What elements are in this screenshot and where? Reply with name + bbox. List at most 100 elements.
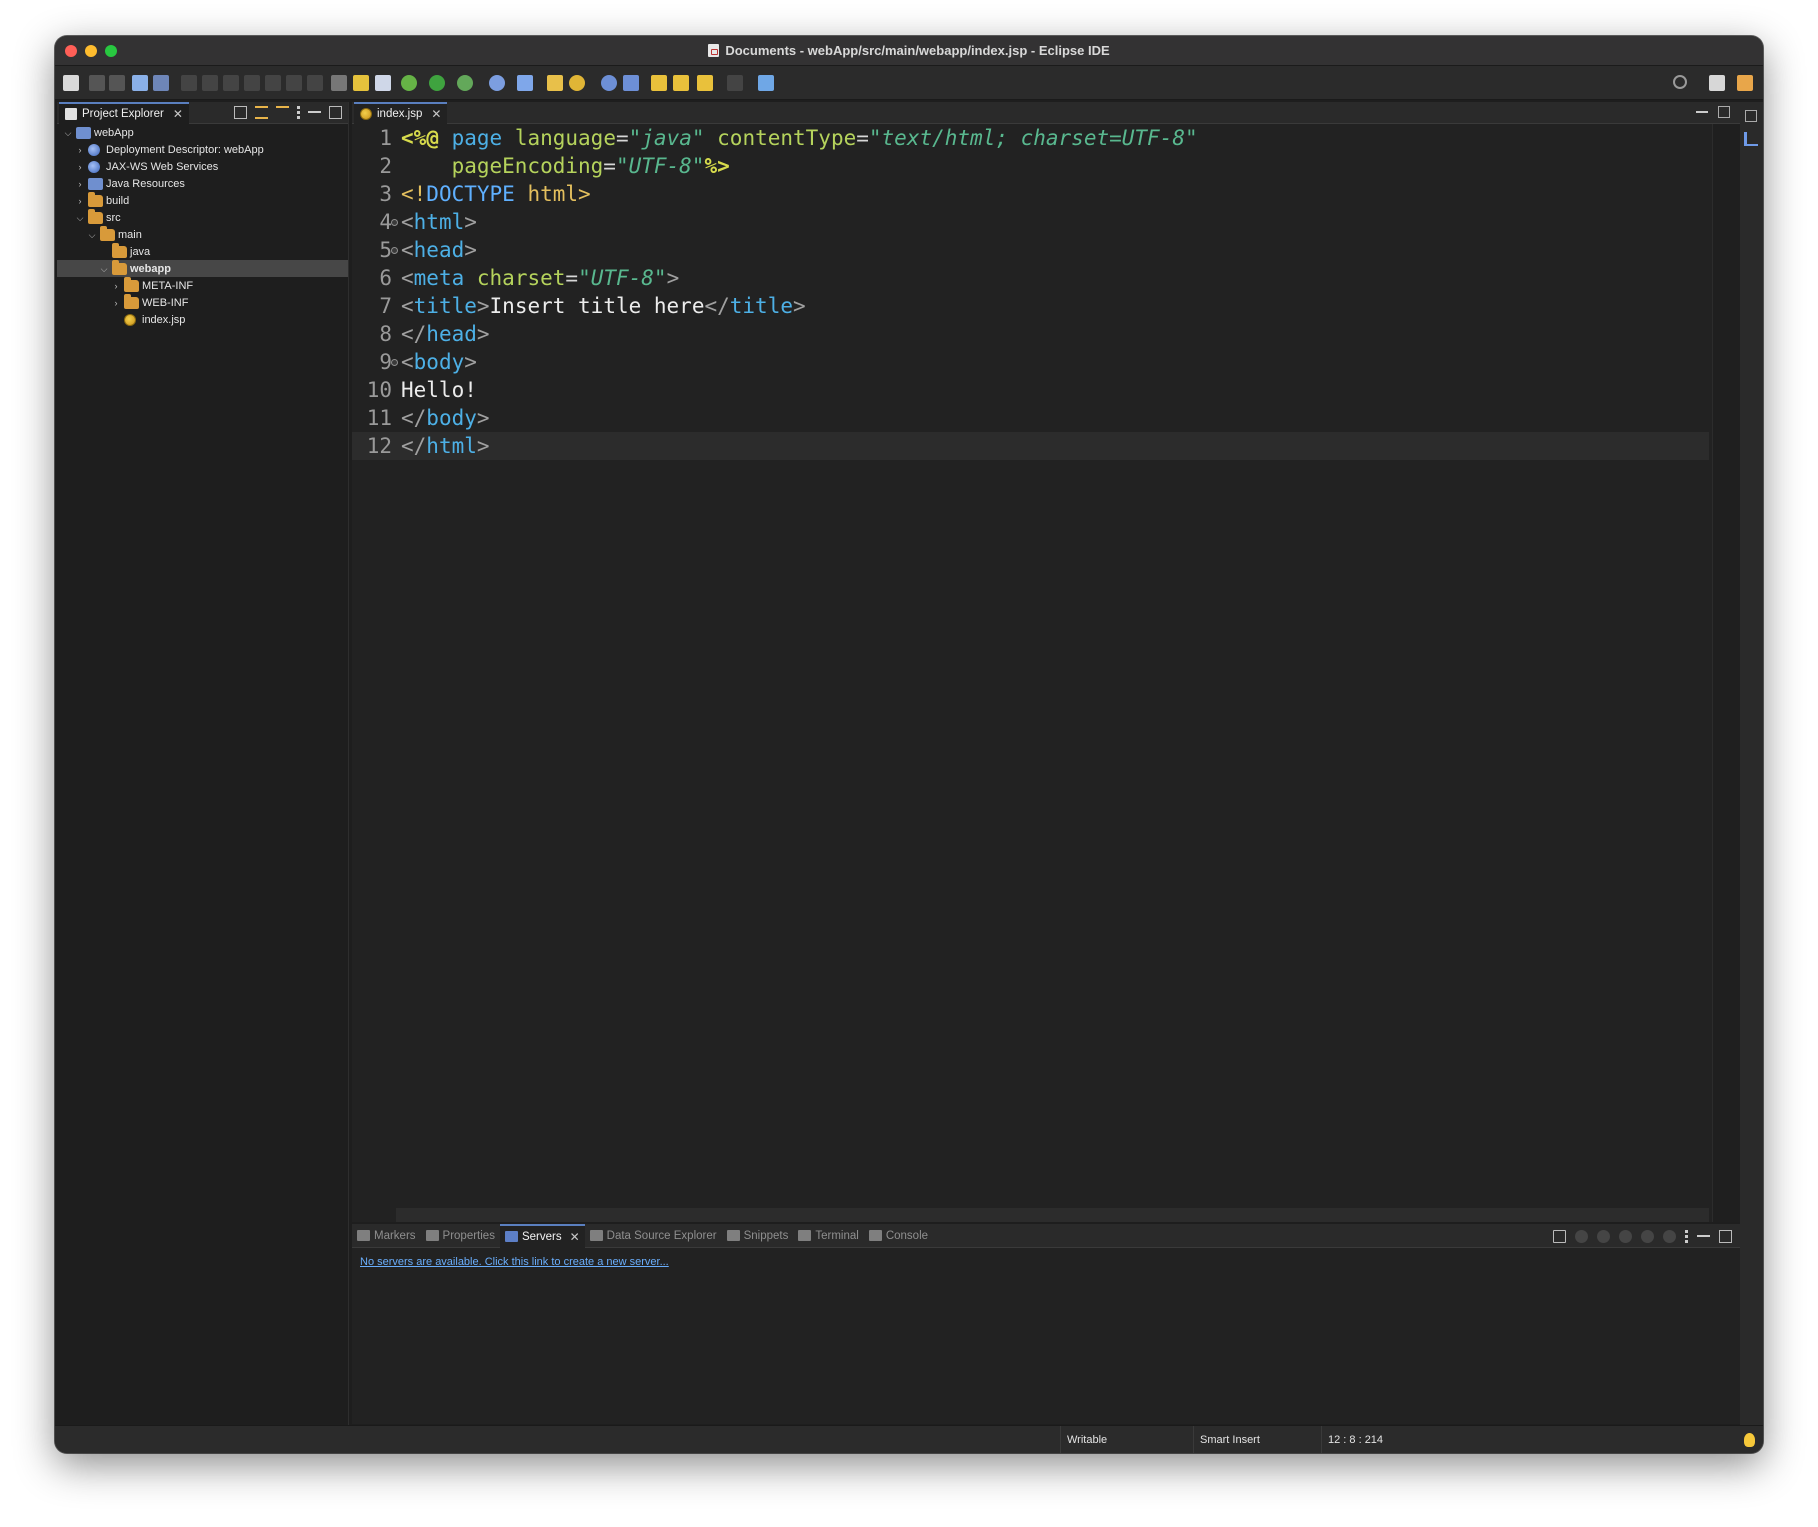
stop-server-icon[interactable] — [1641, 1230, 1654, 1243]
tab-properties[interactable]: Properties — [421, 1224, 500, 1248]
tab-terminal[interactable]: Terminal — [793, 1224, 863, 1248]
chevron-right-icon[interactable]: › — [75, 162, 85, 172]
tab-snippets[interactable]: Snippets — [722, 1224, 794, 1248]
step-over-icon[interactable] — [286, 75, 302, 91]
suspend-icon[interactable] — [202, 75, 218, 91]
tree-item[interactable]: › build — [57, 192, 348, 209]
tab-project-explorer[interactable]: Project Explorer ✕ — [59, 102, 189, 124]
tip-of-the-day-icon[interactable] — [1744, 1433, 1755, 1447]
fold-toggle-icon[interactable] — [391, 359, 398, 366]
status-cursor-position[interactable]: 12 : 8 : 214 — [1321, 1426, 1446, 1453]
overview-ruler[interactable] — [1712, 124, 1740, 1222]
chevron-right-icon[interactable]: › — [111, 281, 121, 291]
open-perspective-button-icon[interactable] — [1709, 75, 1725, 91]
publish-server-icon[interactable] — [1663, 1230, 1676, 1243]
run-icon[interactable] — [429, 75, 445, 91]
search-icon[interactable] — [569, 75, 585, 91]
minimize-icon[interactable] — [308, 106, 321, 113]
tab-index-jsp[interactable]: index.jsp ✕ — [354, 102, 448, 124]
tree-item[interactable]: ⌵ src — [57, 209, 348, 226]
new-java-class-icon[interactable] — [517, 75, 533, 91]
code-line[interactable]: 12 </html> — [352, 432, 1709, 460]
terminate-icon[interactable] — [223, 75, 239, 91]
step-into-icon[interactable] — [265, 75, 281, 91]
code-line[interactable]: 9 <body> — [352, 348, 1709, 376]
close-icon[interactable]: ✕ — [173, 107, 183, 121]
resume-icon[interactable] — [181, 75, 197, 91]
code-line[interactable]: 8 </head> — [352, 320, 1709, 348]
global-search-icon[interactable] — [1673, 75, 1687, 89]
chevron-right-icon[interactable]: › — [75, 145, 85, 155]
tab-data-source-explorer[interactable]: Data Source Explorer — [585, 1224, 722, 1248]
new-icon[interactable] — [63, 75, 79, 91]
tree-item[interactable]: ⌵ webApp — [57, 124, 348, 141]
tree-item[interactable]: › Java Resources — [57, 175, 348, 192]
toggle-block-icon[interactable] — [331, 75, 347, 91]
step-return-icon[interactable] — [307, 75, 323, 91]
code-line[interactable]: 2 pageEncoding="UTF-8"%> — [352, 152, 1709, 180]
code-line[interactable]: 5 <head> — [352, 236, 1709, 264]
close-icon[interactable]: ✕ — [431, 107, 441, 121]
chevron-down-icon[interactable]: ⌵ — [75, 213, 85, 223]
view-menu-icon[interactable] — [1685, 1230, 1688, 1243]
fold-toggle-icon[interactable] — [391, 247, 398, 254]
tab-markers[interactable]: Markers — [352, 1224, 421, 1248]
tree-item[interactable]: ⌵ webapp — [57, 260, 348, 277]
tree-item[interactable]: › JAX-WS Web Services — [57, 158, 348, 175]
save-all-icon[interactable] — [109, 75, 125, 91]
status-insert-mode[interactable]: Smart Insert — [1193, 1426, 1320, 1453]
tree-item[interactable]: › META-INF — [57, 277, 348, 294]
tree-item[interactable]: index.jsp — [57, 311, 348, 328]
open-type-icon[interactable] — [547, 75, 563, 91]
pin-editor-icon[interactable] — [758, 75, 774, 91]
use-step-filters-icon[interactable] — [353, 75, 369, 91]
debug-server-icon[interactable] — [1575, 1230, 1588, 1243]
horizontal-scrollbar[interactable] — [396, 1208, 1709, 1222]
code-line[interactable]: 3 <!DOCTYPE html> — [352, 180, 1709, 208]
chevron-right-icon[interactable]: › — [111, 298, 121, 308]
chevron-right-icon[interactable]: › — [75, 179, 85, 189]
forward-icon[interactable] — [727, 75, 743, 91]
code-line[interactable]: 10 Hello! — [352, 376, 1709, 404]
create-server-link[interactable]: No servers are available. Click this lin… — [360, 1256, 669, 1268]
code-line[interactable]: 4 <html> — [352, 208, 1709, 236]
new-server-icon[interactable] — [489, 75, 505, 91]
maximize-icon[interactable] — [329, 106, 342, 119]
chevron-down-icon[interactable]: ⌵ — [63, 128, 73, 138]
tree-item[interactable]: › Deployment Descriptor: webApp — [57, 141, 348, 158]
fold-toggle-icon[interactable] — [391, 219, 398, 226]
open-perspective-icon[interactable] — [132, 75, 148, 91]
chevron-down-icon[interactable]: ⌵ — [87, 230, 97, 240]
debug-icon[interactable] — [401, 75, 417, 91]
filter-icon[interactable] — [276, 106, 289, 119]
tab-console[interactable]: Console — [864, 1224, 933, 1248]
java-ee-perspective-icon[interactable] — [1737, 75, 1753, 91]
tree-item[interactable]: java — [57, 243, 348, 260]
collapse-all-icon[interactable] — [234, 106, 247, 119]
tree-item[interactable]: ⌵ main — [57, 226, 348, 243]
code-line[interactable]: 11 </body> — [352, 404, 1709, 432]
tab-servers[interactable]: Servers ✕ — [499, 1223, 585, 1248]
start-server-icon[interactable] — [1597, 1230, 1610, 1243]
external-tools-icon[interactable] — [623, 75, 639, 91]
tree-item[interactable]: › WEB-INF — [57, 294, 348, 311]
outline-icon[interactable] — [1744, 132, 1758, 146]
chevron-down-icon[interactable]: ⌵ — [99, 264, 109, 274]
maximize-icon[interactable] — [1719, 1230, 1732, 1243]
view-menu-icon[interactable] — [297, 106, 300, 119]
minimize-icon[interactable] — [1697, 1230, 1710, 1237]
back-icon[interactable] — [697, 75, 713, 91]
minimize-icon[interactable] — [1696, 106, 1708, 113]
profile-server-icon[interactable] — [1619, 1230, 1632, 1243]
restore-icon[interactable] — [1745, 110, 1757, 122]
chevron-right-icon[interactable]: › — [75, 196, 85, 206]
minimize-window-button[interactable] — [85, 45, 97, 57]
next-annotation-icon[interactable] — [673, 75, 689, 91]
code-editor[interactable]: 1 <%@ page language="java" contentType="t… — [352, 124, 1709, 1194]
run-last-tool-icon[interactable] — [457, 75, 473, 91]
collapse-all-icon[interactable] — [1553, 1230, 1566, 1243]
disconnect-icon[interactable] — [244, 75, 260, 91]
maximize-icon[interactable] — [1718, 106, 1730, 118]
web-browser-icon[interactable] — [601, 75, 617, 91]
link-with-editor-icon[interactable] — [255, 106, 268, 119]
